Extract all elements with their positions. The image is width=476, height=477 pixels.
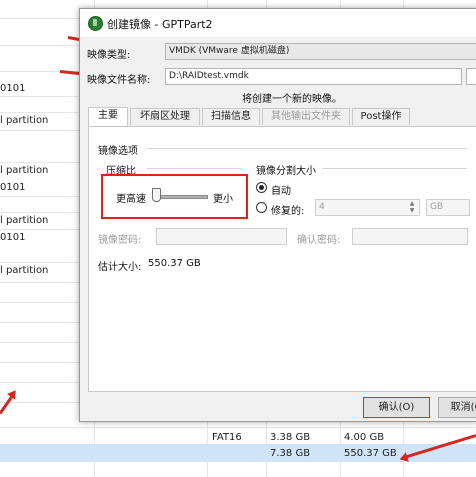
- confirm-password-input: [352, 228, 468, 245]
- info-text: 将创建一个新的映像。: [242, 94, 342, 105]
- estimate-value: 550.37 GB: [148, 258, 201, 269]
- image-type-field[interactable]: VMDK (VMware 虚拟机磁盘): [165, 43, 476, 60]
- tab-scan-info[interactable]: 扫描信息: [202, 108, 260, 125]
- partition-cell[interactable]: l partition: [0, 165, 48, 176]
- app-icon: [88, 16, 103, 31]
- create-image-dialog: 创建镜像 - GPTPart2 映像类型: VMDK (VMware 虚拟机磁盘…: [79, 8, 476, 422]
- dialog-titlebar[interactable]: 创建镜像 - GPTPart2: [80, 9, 476, 37]
- cancel-button[interactable]: 取消(C): [438, 397, 476, 418]
- partition-cell[interactable]: l partition: [0, 115, 48, 126]
- radio-auto[interactable]: [256, 182, 267, 193]
- file-name-input[interactable]: D:\RAIDtest.vmdk: [165, 68, 462, 85]
- group-divider: [322, 168, 467, 169]
- browse-button[interactable]: [466, 68, 476, 85]
- password-label: 镜像密码:: [98, 235, 142, 246]
- options-group-label: 镜像选项: [98, 146, 138, 157]
- filesystem-cell: FAT16: [212, 432, 242, 443]
- partition-cell[interactable]: 0101: [0, 182, 25, 193]
- size-cell: 3.38 GB: [270, 432, 311, 443]
- dialog-title: 创建镜像 - GPTPart2: [107, 18, 213, 31]
- partition-cell[interactable]: 0101: [0, 83, 25, 94]
- row-divider: [0, 427, 476, 428]
- split-size-label: 镜像分割大小: [256, 166, 316, 177]
- group-divider: [147, 168, 242, 169]
- unit-select: GB: [426, 199, 470, 216]
- partition-cell[interactable]: l partition: [0, 215, 48, 226]
- tab-other-output: 其他输出文件夹: [262, 108, 350, 125]
- estimate-label: 估计大小:: [98, 262, 142, 273]
- radio-fixed[interactable]: [256, 202, 267, 213]
- confirm-password-label: 确认密码:: [297, 235, 341, 246]
- group-divider: [147, 148, 467, 149]
- tab-post-operation[interactable]: Post操作: [352, 108, 410, 125]
- partition-cell[interactable]: 0101: [0, 232, 25, 243]
- ok-button[interactable]: 确认(O): [363, 397, 430, 418]
- main-tab-panel: 镜像选项 压缩比 更高速 更小 镜像分割大小 自动 修复的: 4 ▲ ▼ GB 镜…: [88, 126, 476, 392]
- radio-auto-label: 自动: [271, 186, 291, 197]
- size-cell: 7.38 GB: [270, 448, 311, 459]
- fixed-size-input: 4: [315, 199, 420, 216]
- annotation-highlight-box: [101, 174, 248, 219]
- radio-fixed-label: 修复的:: [271, 206, 305, 217]
- partition-cell[interactable]: l partition: [0, 265, 48, 276]
- tab-main[interactable]: 主要: [88, 107, 128, 126]
- used-cell: 550.37 GB: [344, 448, 397, 459]
- file-name-label: 映像文件名称:: [87, 75, 151, 86]
- password-input: [156, 228, 287, 245]
- used-cell: 4.00 GB: [344, 432, 385, 443]
- image-type-label: 映像类型:: [87, 50, 131, 61]
- spin-arrows-icon: ▲ ▼: [409, 200, 415, 214]
- tab-bad-sector[interactable]: 坏扇区处理: [130, 108, 200, 125]
